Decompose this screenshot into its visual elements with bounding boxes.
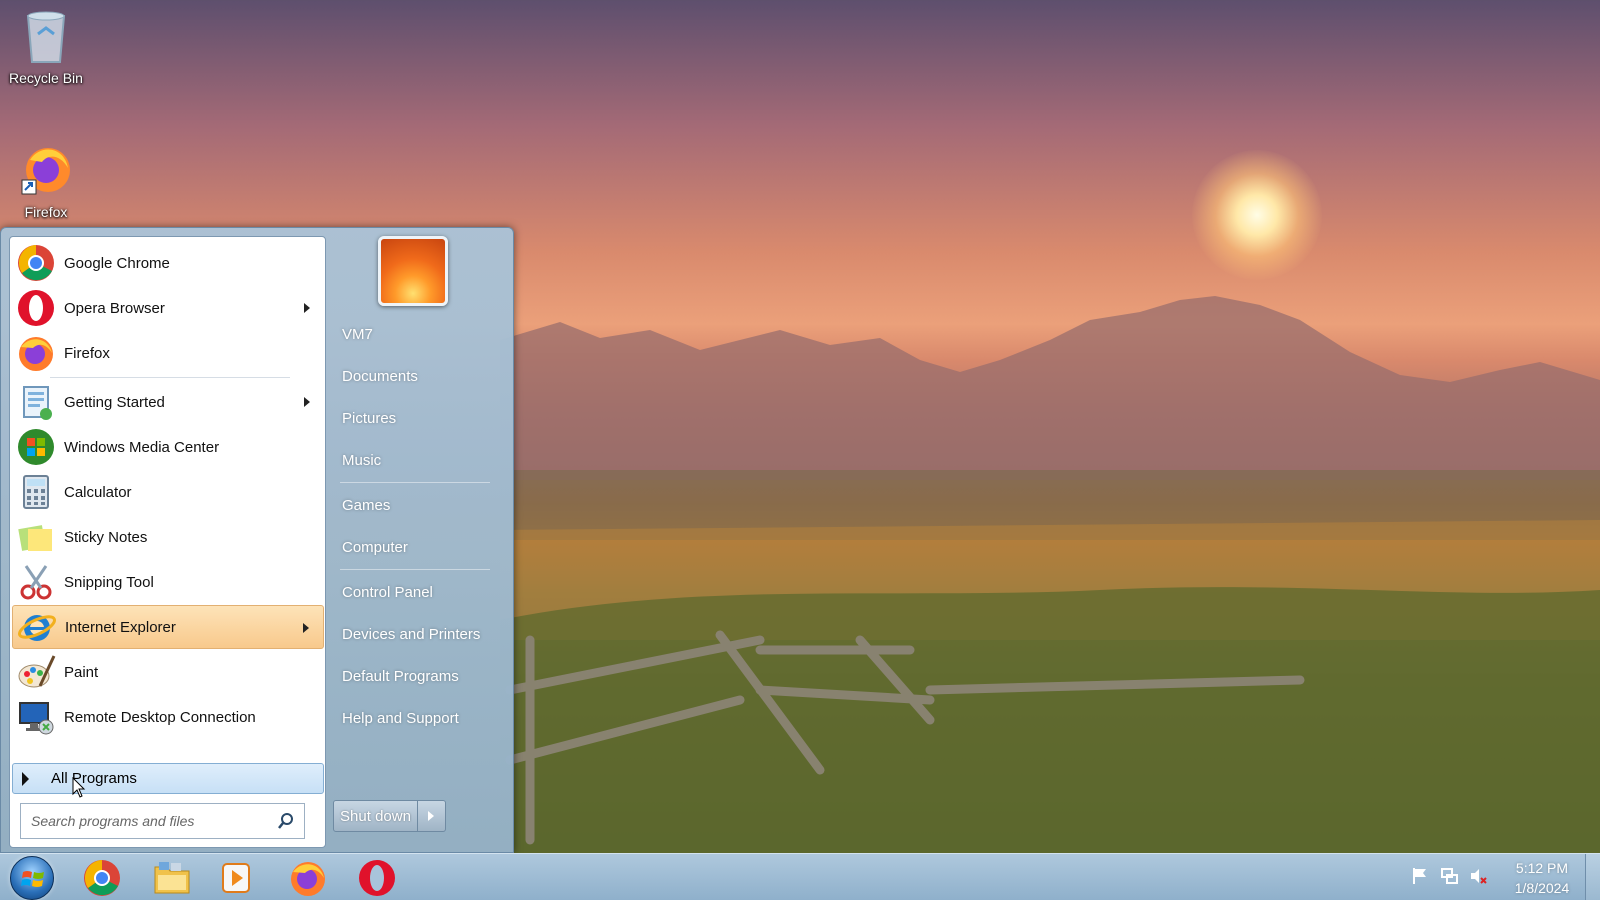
program-windows-media-center[interactable]: Windows Media Center: [12, 425, 324, 469]
link-devices-and-printers[interactable]: Devices and Printers: [342, 617, 480, 651]
program-label: Sticky Notes: [64, 528, 148, 546]
all-programs-label: All Programs: [51, 770, 137, 787]
firefox-icon: [16, 333, 56, 373]
getting-started-icon: [16, 382, 56, 422]
link-control-panel[interactable]: Control Panel: [342, 575, 433, 609]
expand-arrow-icon: [22, 771, 29, 786]
opera-icon: [16, 288, 56, 328]
clock-date: 1/8/2024: [1514, 880, 1570, 896]
program-label: Getting Started: [64, 393, 165, 411]
program-label: Snipping Tool: [64, 573, 154, 591]
places-separator: [340, 569, 490, 570]
program-firefox[interactable]: Firefox: [12, 331, 324, 375]
taskbar-opera[interactable]: [355, 857, 399, 899]
paint-icon: [16, 652, 56, 692]
desktop-icon-firefox[interactable]: Firefox: [1, 140, 91, 220]
search-placeholder: Search programs and files: [31, 813, 195, 829]
link-games[interactable]: Games: [342, 488, 390, 522]
search-programs-input[interactable]: Search programs and files: [20, 803, 305, 839]
start-menu: Google Chrome Opera Browser Firefox Gett…: [0, 227, 514, 853]
taskbar-chrome[interactable]: [80, 857, 124, 899]
program-label: Internet Explorer: [65, 618, 176, 636]
show-desktop-button[interactable]: [1585, 854, 1600, 900]
link-user-folder[interactable]: VM7: [342, 317, 373, 351]
shutdown-button[interactable]: Shut down: [333, 800, 418, 832]
taskbar-firefox[interactable]: [286, 857, 330, 899]
desktop-icon-label: Recycle Bin: [9, 70, 83, 86]
firefox-icon: [20, 140, 72, 200]
link-documents[interactable]: Documents: [342, 359, 418, 393]
program-label: Windows Media Center: [64, 438, 220, 456]
program-label: Firefox: [64, 344, 110, 362]
recycle-bin-icon: [20, 6, 72, 66]
remote-desktop-icon: [16, 697, 56, 737]
action-center-flag-icon[interactable]: [1410, 866, 1430, 886]
file-explorer-icon: [154, 862, 190, 894]
program-snipping-tool[interactable]: Snipping Tool: [12, 560, 324, 604]
program-getting-started[interactable]: Getting Started: [12, 380, 324, 424]
all-programs-button[interactable]: All Programs: [12, 763, 324, 794]
program-calculator[interactable]: Calculator: [12, 470, 324, 514]
program-label: Remote Desktop Connection: [64, 708, 256, 726]
pinned-separator: [50, 377, 290, 378]
submenu-arrow-icon[interactable]: [303, 623, 309, 633]
taskbar-media-player[interactable]: [214, 857, 258, 899]
media-center-icon: [16, 427, 56, 467]
start-menu-places-pane: VM7 Documents Pictures Music Games Compu…: [328, 228, 513, 854]
program-label: Opera Browser: [64, 299, 165, 317]
start-button[interactable]: [10, 856, 54, 900]
program-label: Google Chrome: [64, 254, 170, 272]
program-label: Calculator: [64, 483, 132, 501]
system-clock[interactable]: 5:12 PM 1/8/2024: [1505, 858, 1579, 898]
network-icon[interactable]: [1439, 866, 1459, 886]
program-sticky-notes[interactable]: Sticky Notes: [12, 515, 324, 559]
volume-muted-icon[interactable]: [1468, 866, 1488, 886]
desktop-icon-recycle-bin[interactable]: Recycle Bin: [1, 6, 91, 86]
search-icon[interactable]: [276, 811, 296, 831]
opera-icon: [359, 860, 395, 896]
taskbar: 5:12 PM 1/8/2024: [0, 853, 1600, 900]
chrome-icon: [84, 860, 120, 896]
places-separator: [340, 482, 490, 483]
user-avatar[interactable]: [378, 236, 448, 306]
start-menu-programs-pane: Google Chrome Opera Browser Firefox Gett…: [9, 236, 326, 848]
link-default-programs[interactable]: Default Programs: [342, 659, 459, 693]
program-google-chrome[interactable]: Google Chrome: [12, 241, 324, 285]
link-help-and-support[interactable]: Help and Support: [342, 701, 459, 735]
program-remote-desktop-connection[interactable]: Remote Desktop Connection: [12, 695, 324, 739]
snipping-tool-icon: [16, 562, 56, 602]
link-pictures[interactable]: Pictures: [342, 401, 396, 435]
program-opera-browser[interactable]: Opera Browser: [12, 286, 324, 330]
program-internet-explorer[interactable]: Internet Explorer: [12, 605, 324, 649]
program-label: Paint: [64, 663, 99, 681]
link-music[interactable]: Music: [342, 443, 381, 477]
shutdown-options-button[interactable]: [418, 800, 446, 832]
submenu-arrow-icon[interactable]: [304, 397, 310, 407]
calculator-icon: [16, 472, 56, 512]
submenu-arrow-icon[interactable]: [304, 303, 310, 313]
firefox-icon: [291, 862, 325, 896]
program-paint[interactable]: Paint: [12, 650, 324, 694]
link-computer[interactable]: Computer: [342, 530, 408, 564]
desktop-icon-label: Firefox: [24, 204, 68, 220]
clock-time: 5:12 PM: [1515, 860, 1569, 876]
taskbar-file-explorer[interactable]: [150, 857, 194, 899]
chrome-icon: [16, 243, 56, 283]
windows-logo-icon: [21, 871, 44, 887]
mouse-cursor-icon: [72, 777, 86, 798]
sticky-notes-icon: [16, 517, 56, 557]
internet-explorer-icon: [17, 607, 57, 647]
media-player-icon: [222, 863, 250, 893]
